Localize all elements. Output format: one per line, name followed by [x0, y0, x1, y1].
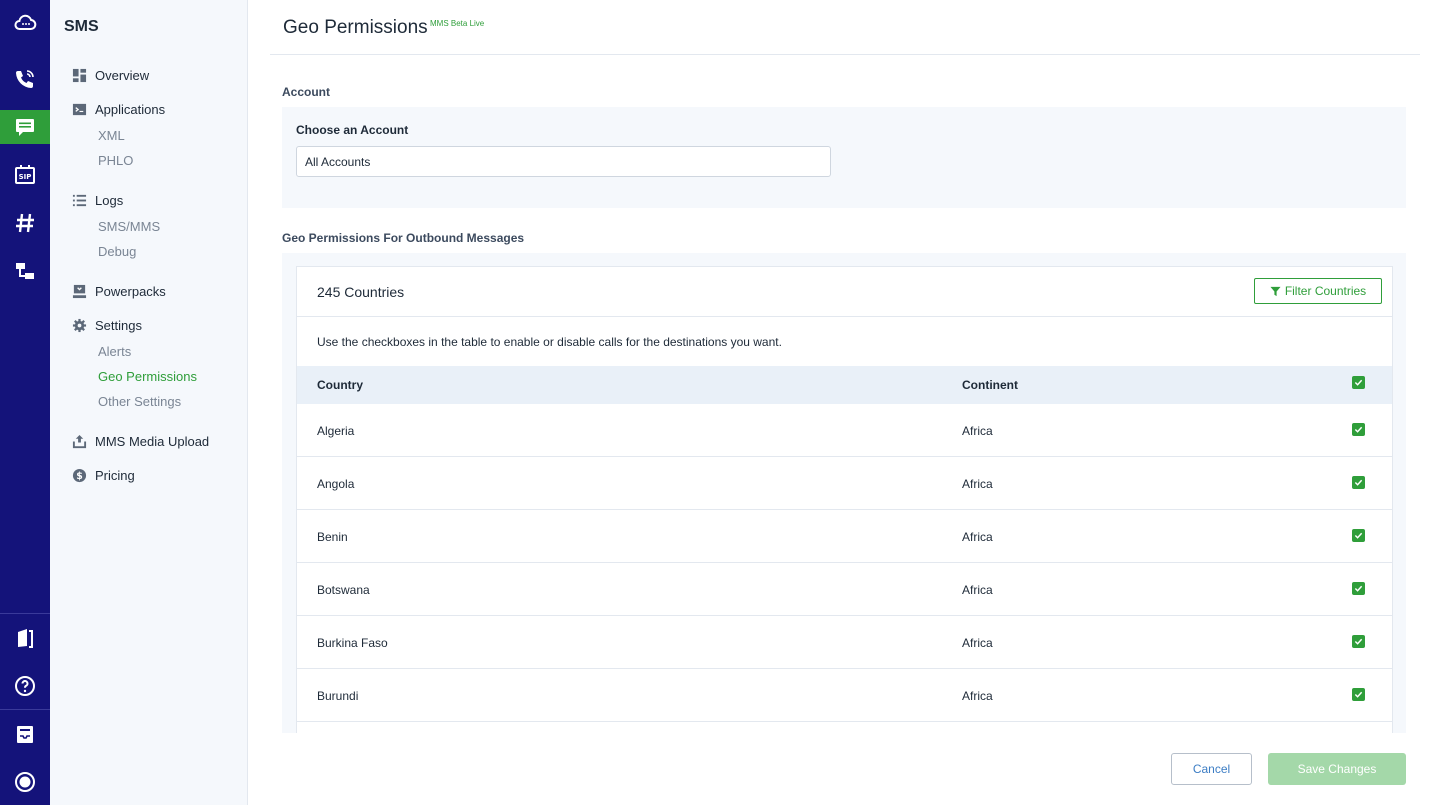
sidebar-item-settings[interactable]: Settings: [72, 318, 142, 333]
sidebar-subitem-geo-permissions[interactable]: Geo Permissions: [98, 369, 197, 384]
sidebar: SMS Overview Applications XML PHLO Logs …: [50, 0, 248, 805]
country-cell: Burkina Faso: [317, 636, 388, 650]
table-row: Botswana Africa: [297, 563, 1392, 616]
svg-text:SIP: SIP: [19, 173, 32, 181]
page-title: Geo Permissions: [283, 17, 428, 38]
dashboard-icon: [72, 68, 87, 83]
row-checkbox[interactable]: [1352, 688, 1365, 701]
table-header: Country Continent: [297, 366, 1392, 404]
continent-cell: Africa: [962, 477, 993, 491]
sip-icon[interactable]: SIP: [0, 158, 50, 192]
rail-divider: [0, 613, 50, 614]
help-icon[interactable]: [0, 669, 50, 703]
check-icon: [1354, 532, 1363, 539]
continent-cell: Africa: [962, 689, 993, 703]
sidebar-item-label: Applications: [95, 102, 166, 117]
country-cell: Angola: [317, 477, 355, 491]
sidebar-subitem-other-settings[interactable]: Other Settings: [98, 394, 181, 409]
voice-icon[interactable]: [0, 62, 50, 96]
row-checkbox[interactable]: [1352, 476, 1365, 489]
continent-cell: Africa: [962, 583, 993, 597]
sidebar-item-label: Pricing: [95, 468, 135, 483]
account-panel: Choose an Account All Accounts: [282, 107, 1406, 208]
sidebar-item-pricing[interactable]: $ Pricing: [72, 468, 135, 483]
check-icon: [1354, 379, 1363, 386]
cloud-icon[interactable]: [0, 6, 50, 40]
choose-account-label: Choose an Account: [296, 123, 409, 137]
cancel-button[interactable]: Cancel: [1171, 753, 1252, 785]
sidebar-subitem-xml[interactable]: XML: [98, 128, 125, 143]
filter-icon: [1270, 286, 1281, 296]
check-icon: [1354, 479, 1363, 486]
filter-countries-label: Filter Countries: [1284, 284, 1367, 298]
country-cell: Benin: [317, 530, 348, 544]
sidebar-item-label: Powerpacks: [95, 284, 166, 299]
sidebar-subitem-sms-mms[interactable]: SMS/MMS: [98, 219, 160, 234]
row-checkbox[interactable]: [1352, 423, 1365, 436]
terminal-icon: [72, 102, 87, 117]
numbers-icon[interactable]: [0, 206, 50, 240]
sidebar-item-logs[interactable]: Logs: [72, 193, 123, 208]
hierarchy-icon[interactable]: [0, 254, 50, 288]
check-icon: [1354, 638, 1363, 645]
list-icon: [72, 193, 87, 208]
geo-section-label: Geo Permissions For Outbound Messages: [282, 231, 525, 245]
table-row: Angola Africa: [297, 457, 1392, 510]
sidebar-subitem-alerts[interactable]: Alerts: [98, 344, 131, 359]
table-row: Burkina Faso Africa: [297, 616, 1392, 669]
inbox-icon[interactable]: [0, 717, 50, 751]
upload-icon: [72, 434, 87, 449]
table-row: Benin Africa: [297, 510, 1392, 563]
profile-icon[interactable]: [0, 765, 50, 799]
sidebar-item-label: MMS Media Upload: [95, 434, 210, 449]
filter-countries-button[interactable]: Filter Countries: [1254, 278, 1382, 304]
page-header: Geo Permissions MMS Beta Live: [270, 0, 1420, 55]
select-all-checkbox[interactable]: [1352, 376, 1365, 389]
action-footer: Cancel Save Changes: [248, 733, 1440, 805]
status-badge: MMS Beta Live: [430, 19, 485, 28]
sidebar-subitem-phlo[interactable]: PHLO: [98, 153, 133, 168]
check-icon: [1354, 691, 1363, 698]
account-section-label: Account: [282, 85, 330, 99]
sidebar-item-powerpacks[interactable]: Powerpacks: [72, 284, 166, 299]
countries-count: 245 Countries: [317, 284, 405, 300]
dollar-icon: $: [72, 468, 87, 483]
sidebar-item-applications[interactable]: Applications: [72, 102, 165, 117]
card-header: 245 Countries Filter Countries: [297, 267, 1392, 317]
sidebar-item-label: Overview: [95, 68, 150, 83]
table-row: Burundi Africa: [297, 669, 1392, 722]
countries-card: 245 Countries Filter Countries Use the c…: [296, 266, 1393, 733]
continent-cell: Africa: [962, 424, 993, 438]
continent-cell: Africa: [962, 636, 993, 650]
rail-divider: [0, 709, 50, 710]
table-row: Algeria Africa: [297, 404, 1392, 457]
icon-rail: SIP: [0, 0, 50, 805]
column-header-continent: Continent: [962, 378, 1018, 392]
check-icon: [1354, 585, 1363, 592]
column-header-country: Country: [317, 378, 363, 392]
row-checkbox[interactable]: [1352, 635, 1365, 648]
gear-icon: [72, 318, 87, 333]
svg-text:$: $: [76, 471, 83, 482]
sidebar-item-label: Logs: [95, 193, 124, 208]
country-cell: Algeria: [317, 424, 355, 438]
continent-cell: Africa: [962, 530, 993, 544]
sidebar-title: SMS: [64, 18, 99, 35]
powerpack-icon: [72, 284, 87, 299]
check-icon: [1354, 426, 1363, 433]
account-select[interactable]: All Accounts: [296, 146, 831, 177]
geo-permissions-panel: 245 Countries Filter Countries Use the c…: [282, 253, 1406, 733]
save-changes-button[interactable]: Save Changes: [1268, 753, 1406, 785]
sidebar-subitem-debug[interactable]: Debug: [98, 244, 136, 259]
sidebar-item-label: Settings: [95, 318, 142, 333]
sms-icon[interactable]: [0, 110, 50, 144]
docs-icon[interactable]: [0, 621, 50, 655]
country-cell: Botswana: [317, 583, 370, 597]
sidebar-item-mms-media-upload[interactable]: MMS Media Upload: [72, 434, 209, 449]
table-hint: Use the checkboxes in the table to enabl…: [317, 335, 782, 349]
country-cell: Burundi: [317, 689, 359, 703]
row-checkbox[interactable]: [1352, 529, 1365, 542]
sidebar-item-overview[interactable]: Overview: [72, 68, 149, 83]
row-checkbox[interactable]: [1352, 582, 1365, 595]
